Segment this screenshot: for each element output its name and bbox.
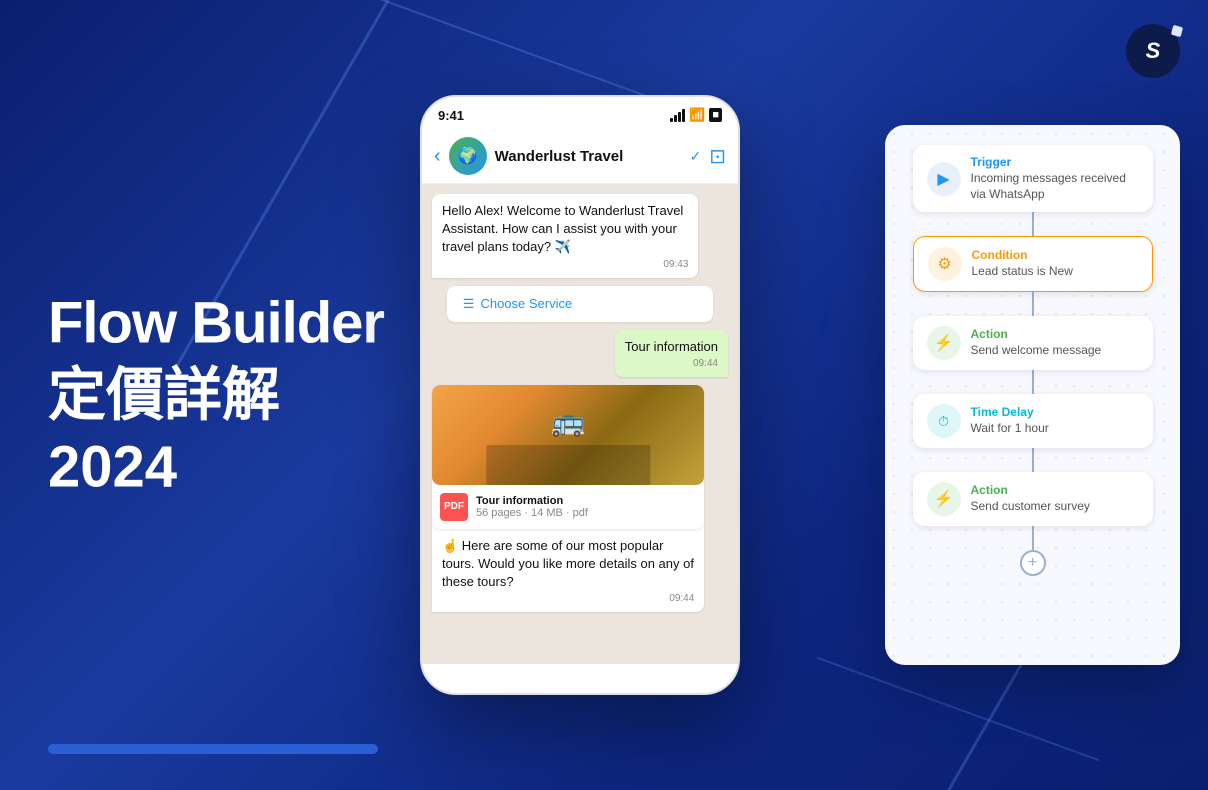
signal-icon (670, 109, 685, 122)
wifi-icon: 📶 (689, 107, 705, 123)
flow-node-action1[interactable]: ⚡ Action Send welcome message (913, 316, 1153, 370)
flow-connector-1 (1032, 212, 1034, 236)
flow-node-timedelay[interactable]: ⏱ Time Delay Wait for 1 hour (913, 394, 1153, 448)
message-text: Tour information (625, 338, 718, 356)
node-type-label: Action (971, 483, 1139, 497)
chat-message-sent: Tour information 09:44 (615, 330, 728, 377)
message-time: 09:44 (625, 358, 718, 369)
node-description: Wait for 1 hour (971, 421, 1139, 437)
node-type-label: Action (971, 327, 1139, 341)
pdf-icon: PDF (440, 493, 468, 521)
node-description: Send customer survey (971, 499, 1139, 515)
chat-message-received-1: Hello Alex! Welcome to Wanderlust Travel… (432, 194, 698, 278)
logo-letter: S (1146, 38, 1161, 64)
flow-builder-panel: ▶ Trigger Incoming messages received via… (885, 125, 1180, 665)
pdf-attachment: PDF Tour information 56 pages · 14 MB · … (432, 485, 704, 529)
hero-title-zh: 定價詳解 (48, 363, 384, 427)
trigger-content: Trigger Incoming messages received via W… (971, 155, 1139, 202)
node-type-label: Time Delay (971, 405, 1139, 419)
logo-badge: S (1126, 24, 1180, 78)
avatar-emoji: 🌍 (458, 146, 478, 166)
timedelay-icon: ⏱ (927, 404, 961, 438)
choose-service-button[interactable]: ☰ Choose Service (447, 286, 713, 322)
avatar: 🌍 (449, 137, 487, 175)
service-button-label: Choose Service (480, 296, 572, 311)
chat-body: Hello Alex! Welcome to Wanderlust Travel… (422, 184, 738, 664)
trigger-icon: ▶ (927, 162, 961, 196)
hero-title-en: Flow Builder (48, 291, 384, 355)
message-time: 09:44 (442, 593, 694, 604)
chat-message-with-image: 🚌 PDF Tour information 56 pages · 14 MB … (432, 385, 704, 613)
message-time: 09:43 (442, 259, 688, 270)
action2-content: Action Send customer survey (971, 483, 1139, 515)
status-icons: 📶 ■ (670, 107, 722, 123)
flow-nodes-container: ▶ Trigger Incoming messages received via… (901, 145, 1164, 576)
message-text: ☝️ Here are some of our most popular tou… (442, 537, 694, 592)
video-call-icon[interactable]: ⊡ (709, 144, 726, 169)
menu-icon: ☰ (463, 296, 475, 312)
condition-icon: ⚙ (928, 247, 962, 281)
add-icon: + (1028, 554, 1037, 572)
condition-content: Condition Lead status is New (972, 248, 1138, 280)
status-time: 9:41 (438, 108, 464, 123)
hero-year: 2024 (48, 435, 384, 499)
flow-connector-3 (1032, 370, 1034, 394)
pdf-meta: 56 pages · 14 MB · pdf (476, 507, 588, 519)
node-type-label: Condition (972, 248, 1138, 262)
node-description: Send welcome message (971, 343, 1139, 359)
pdf-title: Tour information (476, 495, 588, 507)
flow-node-condition[interactable]: ⚙ Condition Lead status is New (913, 236, 1153, 292)
phone-frame: 9:41 📶 ■ ‹ 🌍 Wanderlust Travel ✓ ⊡ (420, 95, 740, 695)
flow-connector-4 (1032, 448, 1034, 472)
flow-node-action2[interactable]: ⚡ Action Send customer survey (913, 472, 1153, 526)
node-description: Lead status is New (972, 264, 1138, 280)
timedelay-content: Time Delay Wait for 1 hour (971, 405, 1139, 437)
phone-mockup: 9:41 📶 ■ ‹ 🌍 Wanderlust Travel ✓ ⊡ (420, 95, 740, 695)
deco-line-2 (817, 657, 1100, 761)
flow-connector-5 (1032, 526, 1034, 550)
action1-content: Action Send welcome message (971, 327, 1139, 359)
bus-icon: 🚌 (551, 405, 586, 438)
add-node-button[interactable]: + (1020, 550, 1046, 576)
flow-node-trigger[interactable]: ▶ Trigger Incoming messages received via… (913, 145, 1153, 212)
verified-icon: ✓ (690, 148, 702, 165)
action1-icon: ⚡ (927, 326, 961, 360)
flow-connector-2 (1032, 292, 1034, 316)
node-description: Incoming messages received via WhatsApp (971, 171, 1139, 202)
chat-header: ‹ 🌍 Wanderlust Travel ✓ ⊡ (422, 129, 738, 184)
phone-status-bar: 9:41 📶 ■ (422, 97, 738, 129)
battery-icon: ■ (709, 108, 722, 122)
bottom-accent-bar (48, 744, 378, 754)
back-arrow-icon[interactable]: ‹ (434, 145, 441, 168)
node-type-label: Trigger (971, 155, 1139, 169)
action2-icon: ⚡ (927, 482, 961, 516)
hero-content: Flow Builder 定價詳解 2024 (48, 291, 384, 498)
tour-image: 🚌 (432, 385, 704, 485)
chat-name: Wanderlust Travel (495, 148, 682, 165)
message-text: Hello Alex! Welcome to Wanderlust Travel… (442, 202, 688, 257)
